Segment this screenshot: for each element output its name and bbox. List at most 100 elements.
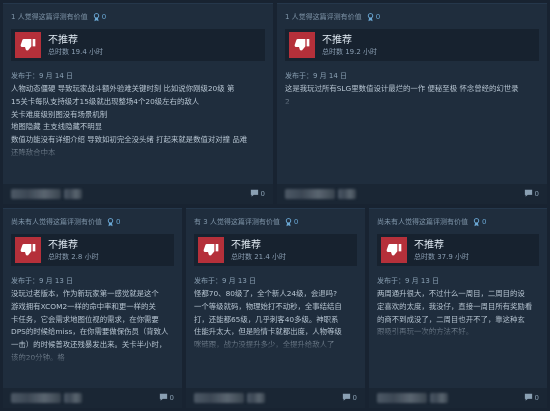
hours-played: 总时数 19.4 小时 <box>48 47 104 56</box>
review-header: 尚未有人觉得这篇评测有价值 0 <box>369 209 547 228</box>
blurred-avatar[interactable] <box>285 189 335 199</box>
review-body: 两周通升很大，不过什么一周目，二周目的设 定喜欢的太度，我没仔，直接一周目所有奖励… <box>377 288 539 340</box>
review-body-line: 怪都70、80级了，全个新人24级，会退吗? <box>194 289 337 298</box>
award-count: 0 <box>116 218 121 226</box>
review-body-line: 一个等级就码，物理始打不动秒，全事结结自 <box>194 301 342 311</box>
review-body-line: 游戏拥有XCOM2一样的命中率和更一样的关 <box>11 301 156 311</box>
review-body-line: 关卡难度级别图没有场景机制 <box>11 109 108 119</box>
blurred-username[interactable] <box>338 189 356 199</box>
text-fade <box>11 346 174 365</box>
comment-count-value: 0 <box>260 190 265 198</box>
recommendation-verdict: 不推荐 <box>322 34 352 46</box>
blurred-username[interactable] <box>247 393 265 403</box>
comment-icon <box>524 189 533 199</box>
posted-date: 发布于：9 月 13 日 <box>194 277 257 285</box>
recommendation-box: 不推荐 总时数 37.9 小时 <box>377 234 539 266</box>
review-body: 怪都70、80级了，全个新人24级，会退吗? 一个等级就码，物理始打不动秒，全事结… <box>194 288 357 352</box>
review-body: 没玩过老版本，作为新玩家第一感觉就是这个 游戏拥有XCOM2一样的命中率和更一样的… <box>11 288 174 365</box>
recommendation-verdict: 不推荐 <box>231 239 261 251</box>
comment-count-value: 0 <box>169 394 174 402</box>
text-fade <box>285 90 539 109</box>
helpful-count-text: 有 3 人觉得这篇评测有价值 <box>194 218 280 226</box>
review-card[interactable]: 尚未有人觉得这篇评测有价值 0 不推荐 总时数 2.8 小时 发布于：9 月 1… <box>3 208 182 408</box>
hours-played: 总时数 37.9 小时 <box>414 252 470 261</box>
posted-date: 发布于：9 月 13 日 <box>11 277 74 285</box>
review-header: 尚未有人觉得这篇评测有价值 0 <box>3 209 182 228</box>
review-header: 1 人觉得这篇评测有价值 0 <box>3 4 273 23</box>
comment-count-value: 0 <box>534 394 539 402</box>
helpful-count-text: 尚未有人觉得这篇评测有价值 <box>11 218 102 226</box>
comment-icon <box>342 393 351 403</box>
recommendation-box: 不推荐 总时数 19.2 小时 <box>285 29 539 61</box>
award-count: 0 <box>101 13 107 21</box>
recommendation-verdict: 不推荐 <box>48 239 78 251</box>
blurred-avatar[interactable] <box>11 189 61 199</box>
comment-count-value: 0 <box>534 190 539 198</box>
review-body-line: 卡任务，它会需求地图位视的需求，在你需要 <box>11 314 159 324</box>
posted-date: 发布于：9 月 14 日 <box>285 72 348 80</box>
text-fade <box>11 142 265 160</box>
reviewer-footer: 0 <box>186 388 365 408</box>
comment-icon <box>524 393 533 403</box>
blurred-avatar[interactable] <box>194 393 244 403</box>
award-icon[interactable] <box>107 218 114 227</box>
reviewer-footer: 0 <box>3 388 182 408</box>
review-body: 这是我玩过所有SLG里数值设计最烂的一作 便秘至极 怀念曾经的幻世录2 <box>285 83 539 109</box>
award-count: 0 <box>293 218 299 226</box>
blurred-avatar[interactable] <box>11 393 61 403</box>
posted-date: 发布于：9 月 13 日 <box>377 277 440 285</box>
review-body-line: 15关卡每队支持级才15级就出现整场4个20级左右的敌人 <box>11 96 200 106</box>
review-card[interactable]: 有 3 人觉得这篇评测有价值 0 不推荐 总时数 21.4 小时 发布于：9 月… <box>186 208 365 408</box>
hours-played: 总时数 21.4 小时 <box>231 252 287 261</box>
text-fade <box>377 321 539 340</box>
blurred-username[interactable] <box>430 393 448 403</box>
award-icon[interactable] <box>285 218 292 227</box>
comment-count[interactable]: 0 <box>248 189 265 199</box>
award-count: 0 <box>482 218 487 226</box>
hours-played: 总时数 19.2 小时 <box>322 47 378 56</box>
comment-count-value: 0 <box>352 394 357 402</box>
recommendation-verdict: 不推荐 <box>48 34 78 46</box>
helpful-count-text: 1 人觉得这篇评测有价值 <box>285 13 362 21</box>
award-count: 0 <box>375 13 381 21</box>
recommendation-box: 不推荐 总时数 21.4 小时 <box>194 234 357 266</box>
comment-icon <box>159 393 168 403</box>
hours-played: 总时数 2.8 小时 <box>48 252 99 261</box>
review-body: 人物动态僵硬 导致玩家战斗额外验难关键时刻 比如说你刚级20级 第 15关卡每队支… <box>11 83 265 160</box>
review-header: 1 人觉得这篇评测有价值 0 <box>277 4 547 23</box>
recommendation-box: 不推荐 总时数 2.8 小时 <box>11 234 174 266</box>
review-body-line: 地图隐藏 主支线隐藏不明显 <box>11 122 103 132</box>
review-body-line: DPS的时候给miss，在你需要做保伤员（背致人 <box>11 327 169 337</box>
comment-icon <box>250 189 259 199</box>
review-body-line: 人物动态僵硬 导致玩家战斗额外验难关键时刻 比如说你刚级20级 第 <box>11 84 235 93</box>
comment-count[interactable]: 0 <box>157 393 174 403</box>
award-icon[interactable] <box>473 218 480 227</box>
comment-count[interactable]: 0 <box>522 189 539 199</box>
review-card[interactable]: 1 人觉得这篇评测有价值 0 不推荐 总时数 19.2 小时 发布于：9 月 1… <box>277 3 547 204</box>
review-header: 有 3 人觉得这篇评测有价值 0 <box>186 209 365 228</box>
award-icon[interactable] <box>367 13 374 22</box>
thumbs-down-icon <box>289 32 315 58</box>
review-body-line: 两周通升很大，不过什么一周目，二周目的设 <box>377 289 525 298</box>
blurred-avatar[interactable] <box>377 393 427 403</box>
reviewer-footer: 0 <box>3 184 273 204</box>
blurred-username[interactable] <box>64 393 82 403</box>
thumbs-down-icon <box>15 32 41 58</box>
review-body-line: 打，还能都65级，几乎刺客40多级。神职系 <box>194 314 339 324</box>
comment-count[interactable]: 0 <box>340 393 357 403</box>
review-body-line: 定喜欢的太度，我没仔，直接一周目所有奖励看 <box>377 301 533 311</box>
review-card[interactable]: 尚未有人觉得这篇评测有价值 0 不推荐 总时数 37.9 小时 发布于：9 月 … <box>369 208 547 408</box>
helpful-count-text: 尚未有人觉得这篇评测有价值 <box>377 218 468 226</box>
text-fade <box>194 333 357 352</box>
comment-count[interactable]: 0 <box>522 393 539 403</box>
reviewer-footer: 0 <box>277 184 547 204</box>
review-body-line: 没玩过老版本，作为新玩家第一感觉就是这个 <box>11 289 159 298</box>
thumbs-down-icon <box>198 237 224 263</box>
thumbs-down-icon <box>15 237 41 263</box>
blurred-username[interactable] <box>64 189 82 199</box>
review-card[interactable]: 1 人觉得这篇评测有价值 0 不推荐 总时数 19.4 小时 发布于：9 月 1… <box>3 3 273 204</box>
reviewer-footer: 0 <box>369 388 547 408</box>
award-icon[interactable] <box>93 13 100 22</box>
recommendation-box: 不推荐 总时数 19.4 小时 <box>11 29 265 61</box>
reviews-page: 1 人觉得这篇评测有价值 0 不推荐 总时数 19.4 小时 发布于：9 月 1… <box>0 0 550 411</box>
